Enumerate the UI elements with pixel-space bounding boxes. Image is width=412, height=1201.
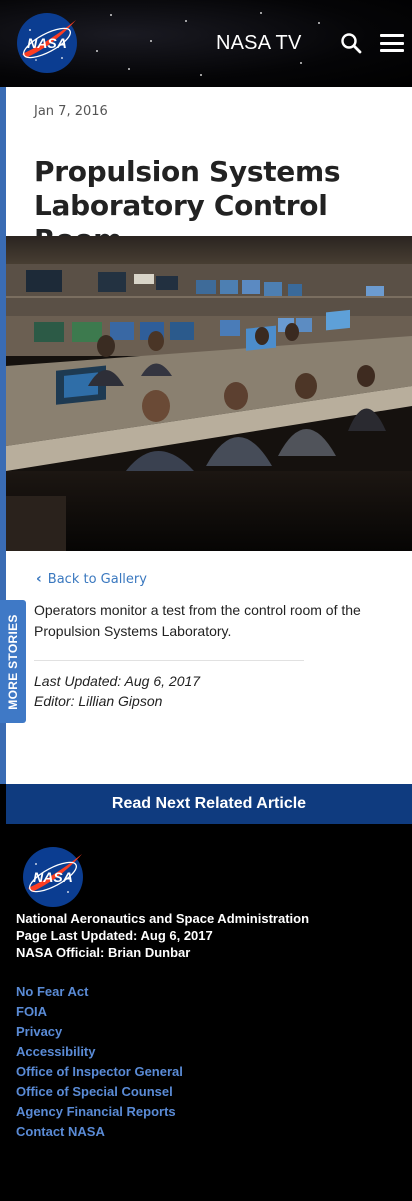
footer-link-no-fear-act[interactable]: No Fear Act xyxy=(16,982,183,1002)
hamburger-menu-icon[interactable] xyxy=(380,34,404,52)
svg-text:NASA: NASA xyxy=(27,35,67,51)
footer-link-foia[interactable]: FOIA xyxy=(16,1002,183,1022)
star-decoration xyxy=(96,50,98,52)
star-decoration xyxy=(260,12,262,14)
star-decoration xyxy=(318,22,320,24)
star-decoration xyxy=(128,68,130,70)
agency-name: National Aeronautics and Space Administr… xyxy=(16,911,310,926)
nasa-tv-link[interactable]: NASA TV xyxy=(216,32,302,55)
more-stories-tab[interactable]: MORE STORIES xyxy=(0,600,26,723)
article-date: Jan 7, 2016 xyxy=(34,104,108,119)
footer-link-privacy[interactable]: Privacy xyxy=(16,1022,183,1042)
site-header: NASA NASA TV xyxy=(0,0,412,87)
image-caption: Operators monitor a test from the contro… xyxy=(34,602,361,639)
star-decoration xyxy=(110,14,112,16)
editor: Editor: Lillian Gipson xyxy=(34,693,163,709)
page-last-updated: Page Last Updated: Aug 6, 2017 xyxy=(16,928,213,943)
star-decoration xyxy=(150,40,152,42)
footer-link-inspector-general[interactable]: Office of Inspector General xyxy=(16,1062,183,1082)
nasa-logo[interactable]: NASA xyxy=(16,12,78,74)
search-icon[interactable] xyxy=(340,32,362,54)
footer-links: No Fear Act FOIA Privacy Accessibility O… xyxy=(16,982,183,1142)
star-decoration xyxy=(185,20,187,22)
control-room-photo xyxy=(6,236,412,551)
svg-text:NASA: NASA xyxy=(33,869,73,885)
star-decoration xyxy=(200,74,202,76)
footer-link-accessibility[interactable]: Accessibility xyxy=(16,1042,183,1062)
article-meta: Last Updated: Aug 6, 2017 Editor: Lillia… xyxy=(34,671,200,711)
back-to-gallery-label: Back to Gallery xyxy=(47,572,147,587)
chevron-left-icon: ‹ xyxy=(36,571,42,587)
article-content: Jan 7, 2016 Propulsion Systems Laborator… xyxy=(6,87,412,784)
read-next-button[interactable]: Read Next Related Article xyxy=(6,784,412,824)
footer-link-special-counsel[interactable]: Office of Special Counsel xyxy=(16,1082,183,1102)
star-decoration xyxy=(300,62,302,64)
footer-link-contact-nasa[interactable]: Contact NASA xyxy=(16,1122,183,1142)
footer-link-financial-reports[interactable]: Agency Financial Reports xyxy=(16,1102,183,1122)
more-stories-label: MORE STORIES xyxy=(6,613,20,710)
nasa-logo[interactable]: NASA xyxy=(22,846,84,908)
nasa-official: NASA Official: Brian Dunbar xyxy=(16,945,191,960)
back-to-gallery-link[interactable]: ‹ Back to Gallery xyxy=(36,571,147,587)
site-footer: NASA National Aeronautics and Space Admi… xyxy=(6,824,412,1201)
last-updated: Last Updated: Aug 6, 2017 xyxy=(34,673,201,689)
footer-info: National Aeronautics and Space Administr… xyxy=(16,910,309,961)
divider xyxy=(34,660,304,661)
